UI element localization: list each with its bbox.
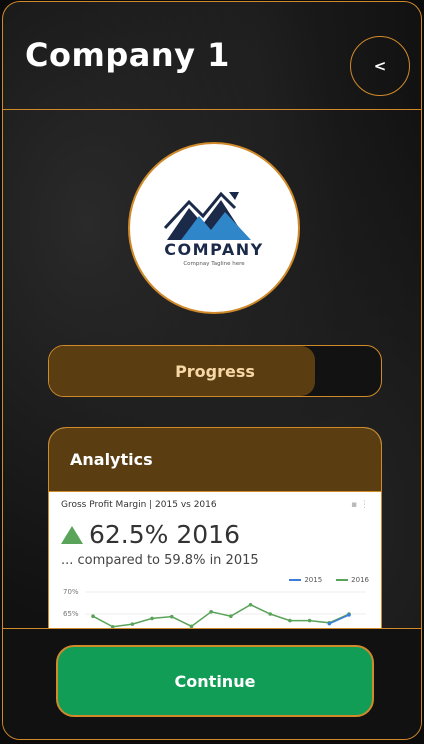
progress-label: Progress: [175, 361, 255, 381]
chart-title-row: Gross Profit Margin | 2015 vs 2016 ▪ ⋮: [61, 500, 369, 510]
progress-bar: Progress: [48, 345, 382, 397]
back-button[interactable]: <: [350, 36, 410, 96]
series-line-2015: [329, 614, 350, 625]
up-arrow-icon: [61, 525, 83, 544]
data-point-2015: [327, 621, 332, 626]
analytics-header: Analytics: [49, 428, 381, 492]
data-point-2016: [288, 618, 292, 623]
logo-wordmark: COMPANY: [164, 239, 264, 259]
data-point-2015: [347, 613, 351, 617]
chart-legend: 2015 2016: [61, 576, 369, 584]
data-point-2016: [307, 618, 312, 623]
kpi-row: 62.5% 2016: [61, 520, 369, 549]
data-point-2016: [130, 622, 135, 626]
data-point-2016: [248, 602, 253, 607]
data-point-2016: [229, 614, 233, 618]
y-tick-70: 70%: [63, 588, 79, 596]
legend-line-2016: [336, 579, 349, 581]
page-title: Company 1: [25, 36, 230, 74]
y-tick-65: 65%: [63, 610, 79, 618]
legend-label-2015: 2015: [304, 576, 323, 584]
legend-line-2015: [289, 579, 302, 581]
app-frame: Company 1 < COMPANY Compnay Tagline here…: [2, 1, 422, 740]
logo-tagline: Compnay Tagline here: [183, 260, 245, 267]
data-point-2016: [150, 616, 154, 621]
footer: Continue: [3, 628, 421, 739]
data-point-2016: [169, 614, 174, 619]
company-logo: COMPANY Compnay Tagline here: [128, 142, 300, 314]
continue-button[interactable]: Continue: [56, 645, 374, 717]
kpi-value: 62.5% 2016: [89, 520, 240, 549]
data-point-2016: [268, 612, 273, 616]
chart-title: Gross Profit Margin | 2015 vs 2016: [61, 500, 217, 510]
mountain-logo-icon: [163, 191, 251, 240]
data-point-2016: [209, 610, 213, 614]
legend-item-2015: 2015: [289, 576, 322, 584]
analytics-title: Analytics: [70, 450, 153, 469]
legend-item-2016: 2016: [336, 576, 369, 584]
data-point-2016: [91, 614, 95, 618]
kpi-comparison: ... compared to 59.8% in 2015: [61, 553, 259, 568]
header: Company 1 <: [3, 2, 421, 110]
legend-label-2016: 2016: [351, 576, 369, 584]
chart-menu-icon[interactable]: ▪ ⋮: [351, 500, 369, 510]
